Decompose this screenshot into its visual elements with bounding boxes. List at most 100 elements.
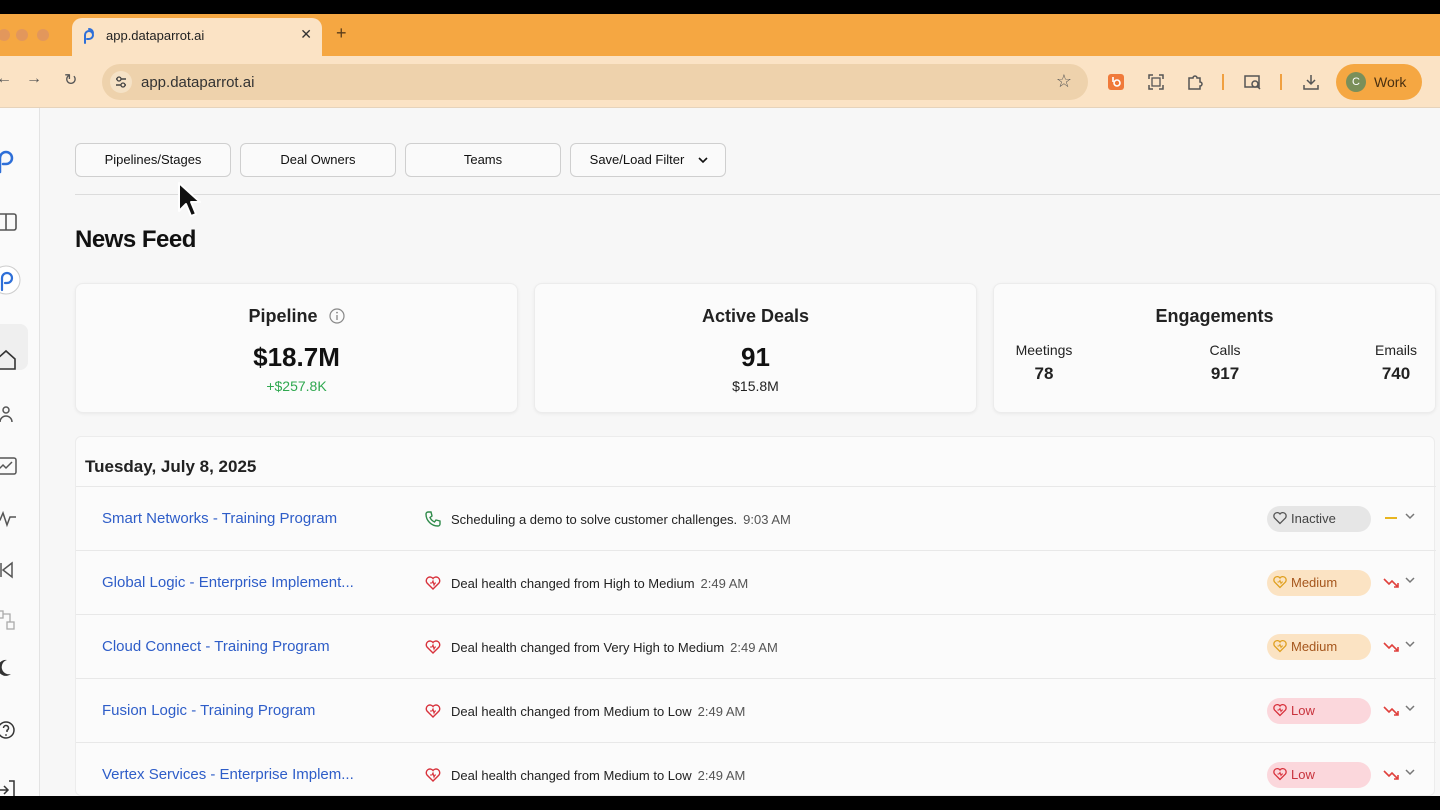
home-icon[interactable]: [0, 346, 20, 374]
assistant-avatar-icon[interactable]: [0, 264, 22, 296]
engagements-title: Engagements: [1155, 306, 1274, 326]
feed-time: 9:03 AM: [743, 512, 791, 527]
feed-row[interactable]: Smart Networks - Training Program Schedu…: [76, 486, 1436, 550]
rewind-icon[interactable]: [0, 556, 20, 584]
feed-message: Deal health changed from High to Medium 2…: [451, 576, 748, 591]
health-badge: Medium: [1267, 634, 1371, 660]
browser-toolbar: ← → ↻ app.dataparrot.ai ☆ C Work: [0, 56, 1440, 108]
meetings-value: 78: [1034, 364, 1054, 383]
back-button[interactable]: ←: [0, 70, 12, 88]
calls-value: 917: [1210, 364, 1240, 383]
deal-link[interactable]: Smart Networks - Training Program: [102, 510, 337, 527]
chevron-down-icon[interactable]: [1403, 701, 1417, 715]
window-minimize-dot[interactable]: [16, 29, 28, 41]
health-badge: Low: [1267, 762, 1371, 788]
new-tab-button[interactable]: +: [336, 23, 347, 44]
dataparrot-favicon-icon: [84, 28, 94, 44]
help-icon[interactable]: [0, 716, 20, 744]
pipeline-change: +$257.8K: [266, 378, 327, 394]
pipeline-value: $18.7M: [253, 342, 340, 372]
browser-tab[interactable]: app.dataparrot.ai ✕: [72, 18, 322, 56]
activity-icon[interactable]: [0, 504, 20, 532]
emails-metric: Emails 740: [1364, 342, 1428, 384]
url-text: app.dataparrot.ai: [141, 74, 255, 91]
window-zoom-dot[interactable]: [37, 29, 49, 41]
feed-row[interactable]: Fusion Logic - Training Program Deal hea…: [76, 678, 1436, 742]
feed-time: 2:49 AM: [697, 768, 746, 783]
browser-window: app.dataparrot.ai ✕ + ← → ↻ app.dataparr…: [0, 14, 1440, 796]
bookmark-star-icon[interactable]: ☆: [1056, 71, 1072, 92]
screenshot-icon[interactable]: [1147, 73, 1165, 91]
feed-message-text: Deal health changed from Very High to Me…: [451, 640, 725, 655]
forward-button[interactable]: →: [26, 70, 42, 88]
news-feed-list: Tuesday, July 8, 2025 Smart Networks - T…: [75, 436, 1436, 796]
active-deals-title: Active Deals: [701, 306, 810, 326]
heart-pulse-icon: [425, 576, 441, 590]
site-info-icon[interactable]: [110, 71, 132, 93]
tab-title: app.dataparrot.ai: [106, 28, 205, 43]
teams-filter[interactable]: Teams: [405, 143, 561, 177]
calls-metric: Calls 917: [1193, 342, 1257, 384]
feed-message: Deal health changed from Medium to Low 2:…: [451, 768, 745, 783]
feed-row[interactable]: Global Logic - Enterprise Implement... D…: [76, 550, 1436, 614]
download-icon[interactable]: [1302, 73, 1320, 91]
deal-link[interactable]: Fusion Logic - Training Program: [102, 702, 315, 719]
hubspot-extension-icon[interactable]: [1107, 73, 1125, 91]
flat-icon: [1385, 517, 1397, 519]
trending-down-icon: [1383, 706, 1399, 716]
reload-button[interactable]: ↻: [64, 70, 77, 90]
team-icon[interactable]: [0, 400, 20, 428]
main-content: Pipelines/Stages Deal Owners Teams Save/…: [41, 108, 1440, 796]
feed-row[interactable]: Vertex Services - Enterprise Implem... D…: [76, 742, 1436, 796]
chevron-down-icon[interactable]: [1403, 509, 1417, 523]
chevron-down-icon[interactable]: [1403, 637, 1417, 651]
active-deals-amount: $15.8M: [732, 378, 779, 394]
engagements-card: Engagements Meetings 78 Calls 917 Emails…: [993, 283, 1436, 413]
tab-close-icon[interactable]: ✕: [300, 26, 312, 43]
deal-link[interactable]: Cloud Connect - Training Program: [102, 638, 330, 655]
heart-icon: [1273, 511, 1287, 525]
filter-divider: [75, 194, 1440, 195]
workflow-icon[interactable]: [0, 606, 20, 634]
logout-icon[interactable]: [0, 776, 20, 796]
feed-message-text: Deal health changed from High to Medium: [451, 576, 695, 591]
pipelines-stages-filter[interactable]: Pipelines/Stages: [75, 143, 231, 177]
feed-message-text: Deal health changed from Medium to Low: [451, 704, 692, 719]
info-icon[interactable]: [328, 308, 345, 324]
feed-time: 2:49 AM: [730, 640, 778, 655]
address-bar[interactable]: app.dataparrot.ai ☆: [102, 64, 1088, 100]
analytics-icon[interactable]: [0, 452, 20, 480]
heart-pulse-icon: [1273, 703, 1287, 717]
app-sidebar: [0, 108, 40, 796]
extensions-puzzle-icon[interactable]: [1186, 73, 1204, 91]
window-close-dot[interactable]: [0, 29, 10, 41]
deal-link[interactable]: Global Logic - Enterprise Implement...: [102, 574, 354, 591]
feed-message: Scheduling a demo to solve customer chal…: [451, 512, 791, 527]
trending-down-icon: [1383, 770, 1399, 780]
profile-button[interactable]: C Work: [1336, 64, 1422, 100]
active-deals-card: Active Deals 91 $15.8M: [534, 283, 977, 413]
health-label: Low: [1291, 703, 1315, 718]
toolbar-separator: [1222, 74, 1224, 90]
heart-pulse-icon: [1273, 575, 1287, 589]
heart-pulse-icon: [425, 640, 441, 654]
calls-label: Calls: [1209, 342, 1241, 358]
search-tabs-icon[interactable]: [1244, 73, 1262, 91]
health-badge: Low: [1267, 698, 1371, 724]
chevron-down-icon[interactable]: [1403, 765, 1417, 779]
sidebar-toggle-icon[interactable]: [0, 208, 20, 236]
emails-value: 740: [1381, 364, 1411, 383]
phone-icon: [425, 511, 441, 527]
heart-pulse-icon: [425, 768, 441, 782]
deal-owners-filter[interactable]: Deal Owners: [240, 143, 396, 177]
health-label: Inactive: [1291, 511, 1336, 526]
dataparrot-logo-icon[interactable]: [0, 146, 20, 174]
feed-row[interactable]: Cloud Connect - Training Program Deal he…: [76, 614, 1436, 678]
deal-link[interactable]: Vertex Services - Enterprise Implem...: [102, 766, 354, 783]
pipeline-card: Pipeline $18.7M +$257.8K: [75, 283, 518, 413]
chevron-down-icon[interactable]: [1403, 573, 1417, 587]
dark-mode-moon-icon[interactable]: [0, 654, 20, 682]
save-load-filter[interactable]: Save/Load Filter: [570, 143, 726, 177]
page-title: News Feed: [75, 226, 196, 253]
feed-date: Tuesday, July 8, 2025: [85, 457, 257, 476]
